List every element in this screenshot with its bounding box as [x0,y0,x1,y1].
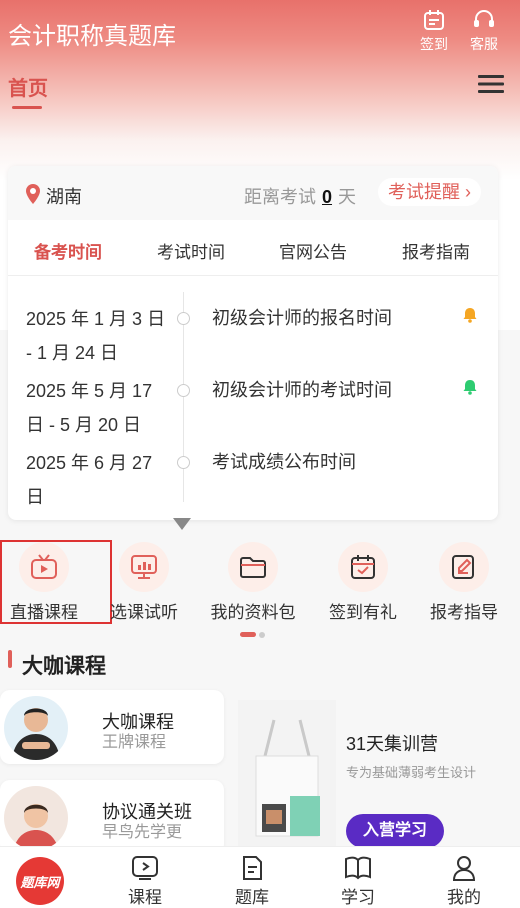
document-icon [243,856,262,880]
location-pin-icon [26,184,40,204]
hamburger-icon [478,75,504,93]
tabbar-label: 课程 [128,888,162,907]
exam-reminder-button[interactable]: 考试提醒 › [378,178,482,206]
exam-tabs: 备考时间 考试时间 官网公告 报考指南 [8,226,498,276]
signin-button[interactable]: 签到 [414,8,454,54]
course-card[interactable]: 协议通关班 早鸟先学更 [0,780,224,854]
play-screen-icon [132,856,158,880]
tabbar-item-course[interactable]: 课程 [115,855,175,908]
quick-link-label: 选课试听 [110,603,178,622]
tabbar-label: 题库 [235,888,269,907]
timeline-date: 2025 年 1 月 3 日 - 1 月 24 日 [26,309,166,363]
timeline-date: 2025 年 6 月 27 日 [26,453,153,507]
location-select[interactable]: 湖南 [46,183,82,209]
timeline-dot [177,384,190,397]
chart-screen-icon [119,542,169,592]
section-title: 大咖课程 [22,655,106,678]
tabbar-item-mine[interactable]: 我的 [434,855,494,908]
tab-home-indicator [12,106,42,109]
menu-button[interactable] [478,74,504,99]
camp-title: 31天集训营 [346,734,439,754]
tab-apply-guide[interactable]: 报考指南 [402,238,470,263]
tabbar-label: 学习 [341,888,375,907]
tabbar-item-study[interactable]: 学习 [328,855,388,908]
quick-link-label: 我的资料包 [210,603,296,622]
carousel-indicator [240,626,265,644]
chevron-right-icon: › [465,182,472,202]
quick-link-trial-course[interactable]: 选课试听 [94,536,194,623]
quick-link-label: 报考指导 [430,603,498,622]
course-subtitle: 王牌课程 [102,734,167,751]
timeline-date: 2025 年 5 月 17 日 - 5 月 20 日 [26,381,153,435]
camp-cover-image[interactable] [238,700,336,846]
timeline-event: 考试成绩公布时间 [212,452,356,472]
course-card[interactable]: 大咖课程 王牌课程 [0,690,224,764]
folder-icon [228,542,278,592]
timeline-dot [177,312,190,325]
quick-links: 直播课程 选课试听 我的资料包 签到有礼 报考指导 [0,536,520,636]
timeline-dot [177,456,190,469]
section-accent-bar [8,650,12,668]
course-subtitle: 早鸟先学更 [102,824,183,841]
app-logo[interactable]: 题库网 [16,857,64,905]
edit-doc-icon [439,542,489,592]
user-icon [452,856,476,881]
quick-link-signin-gift[interactable]: 签到有礼 [313,536,413,623]
headset-icon [474,10,494,27]
camp-subtitle: 专为基础薄弱考生设计 [346,765,477,780]
bottom-tab-bar: 题库网 课程 题库 学习 我的 [0,846,520,908]
teacher-avatar [4,696,68,760]
tab-prep-time[interactable]: 备考时间 [34,238,102,263]
book-icon [345,856,371,880]
green-bell-icon[interactable] [461,378,479,396]
tab-home[interactable]: 首页 [8,72,48,101]
countdown-prefix: 距离考试 [244,187,316,207]
app-title: 会计职称真题库 [8,23,176,50]
timeline-event: 初级会计师的报名时间 [212,308,392,328]
tabbar-label: 我的 [447,888,481,907]
quick-link-label: 签到有礼 [329,603,397,622]
quick-link-materials[interactable]: 我的资料包 [203,536,303,623]
countdown-suffix: 天 [338,187,357,207]
tab-exam-time[interactable]: 考试时间 [157,238,225,263]
exam-card-header: 湖南 距离考试 0 天 考试提醒 › [8,166,498,220]
tab-official-notice[interactable]: 官网公告 [279,238,347,263]
calendar-check-icon [338,542,388,592]
app-header: 会计职称真题库 签到 客服 [0,0,520,60]
timeline-event: 初级会计师的考试时间 [212,380,392,400]
expand-arrow-icon[interactable] [173,518,191,530]
join-camp-button[interactable]: 入营学习 [346,814,444,848]
countdown-days: 0 [322,187,333,207]
calendar-icon [424,10,444,30]
customer-service-button[interactable]: 客服 [464,8,504,54]
orange-bell-icon[interactable] [461,306,479,324]
tabbar-item-questions[interactable]: 题库 [222,855,282,908]
exam-countdown: 距离考试 0 天 [244,183,356,209]
app-logo-text: 题库网 [20,874,60,890]
exam-timeline: 2025 年 1 月 3 日 - 1 月 24 日 初级会计师的报名时间 202… [8,278,498,508]
carousel-dot-active [240,632,256,638]
service-label: 客服 [470,36,498,52]
quick-link-apply-guide[interactable]: 报考指导 [414,536,514,623]
carousel-dot [259,631,265,638]
exam-reminder-label: 考试提醒 [388,182,460,202]
signin-label: 签到 [420,36,448,52]
teacher-avatar [4,786,68,850]
exam-info-card: 湖南 距离考试 0 天 考试提醒 › 备考时间 考试时间 官网公告 报考指南 202… [8,166,498,520]
